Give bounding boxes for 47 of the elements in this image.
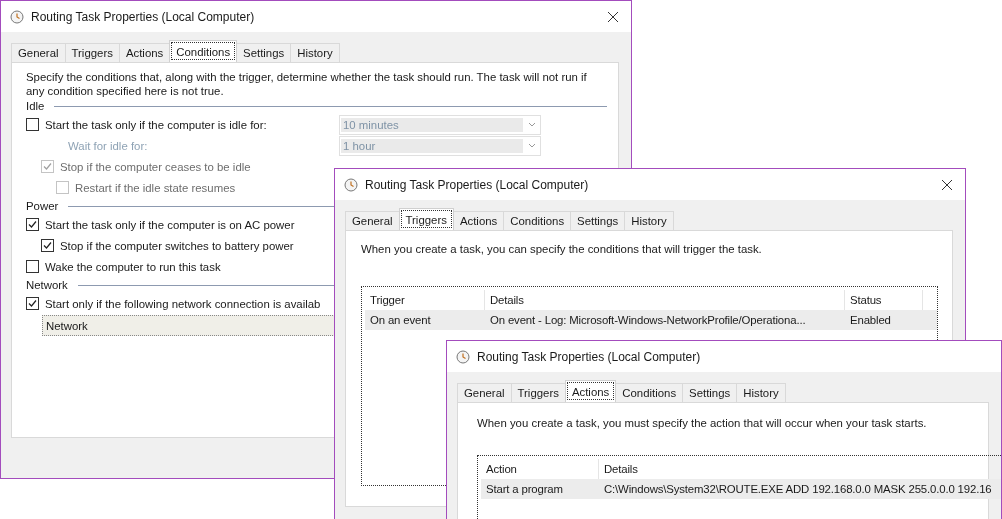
close-icon	[941, 178, 953, 191]
table-cell-text: On an event	[369, 314, 432, 326]
option-label: Start the task only if the computer is idle for:	[45, 118, 267, 131]
tab[interactable]: Triggers	[64, 43, 120, 62]
tab[interactable]: History	[624, 211, 674, 230]
tab[interactable]: Settings	[236, 43, 292, 62]
close-icon	[607, 10, 619, 23]
section-heading: Network	[26, 279, 68, 291]
window-title: Routing Task Properties (Local Computer)	[365, 177, 590, 192]
clock-icon	[344, 177, 358, 192]
table-cell-text: Enabled	[849, 314, 892, 326]
clock-icon	[456, 349, 470, 364]
option-label: Stop if the computer ceases to be idle	[60, 160, 251, 173]
table-cell-text: Start a program	[485, 483, 564, 495]
window-title: Routing Task Properties (Local Computer)	[477, 349, 702, 364]
checkbox[interactable]	[26, 218, 39, 231]
checkbox[interactable]	[26, 260, 39, 273]
tab[interactable]: General	[11, 43, 66, 62]
description-text: When you create a task, you must specify the action that will occur when your task starts.	[477, 416, 928, 430]
tab[interactable]: Conditions	[169, 40, 238, 62]
checkbox[interactable]	[41, 239, 54, 252]
window-title: Routing Task Properties (Local Computer)	[31, 9, 256, 24]
tab[interactable]: Settings	[682, 383, 738, 402]
option-label: Start only if the following network connection is availab	[45, 297, 321, 310]
tab[interactable]: General	[345, 211, 400, 230]
table-row[interactable]: Start a program C:\Windows\System32\ROUTE.EXE ADD 192.168.0.0 MASK 255.0.0.0 192.16	[481, 479, 1001, 499]
description-text: Specify the conditions that, along with the trigger, determine whether the task should run. The task will not run if any condition specified here is not true.	[26, 70, 588, 98]
table-row[interactable]: On an event On event - Log: Microsoft-Windows-NetworkProfile/Operationa... Enabled	[365, 310, 937, 330]
description-text: When you create a task, you can specify the conditions that will trigger the task.	[361, 242, 763, 256]
tab[interactable]: Actions	[564, 380, 617, 402]
table-cell-text: C:\Windows\System32\ROUTE.EXE ADD 192.168.0.0 MASK 255.0.0.0 192.16	[603, 483, 993, 495]
tab[interactable]: History	[290, 43, 340, 62]
section-heading: Idle	[26, 100, 45, 112]
option-label: Start the task only if the computer is on AC power	[45, 218, 295, 231]
tab[interactable]: Settings	[570, 211, 626, 230]
section-heading: Power	[26, 200, 59, 212]
option-label: Wake the computer to run this task	[45, 260, 221, 273]
clock-icon	[10, 9, 24, 24]
checkbox[interactable]	[26, 118, 39, 131]
tab[interactable]: General	[457, 383, 512, 402]
tab[interactable]: Triggers	[510, 383, 566, 402]
tab[interactable]: Triggers	[398, 208, 454, 230]
option-label: Stop if the computer switches to battery power	[60, 239, 294, 252]
tab[interactable]: History	[736, 383, 786, 402]
option-label: Wait for idle for:	[68, 139, 148, 152]
checkbox[interactable]	[26, 297, 39, 310]
option-label: Restart if the idle state resumes	[75, 181, 236, 194]
